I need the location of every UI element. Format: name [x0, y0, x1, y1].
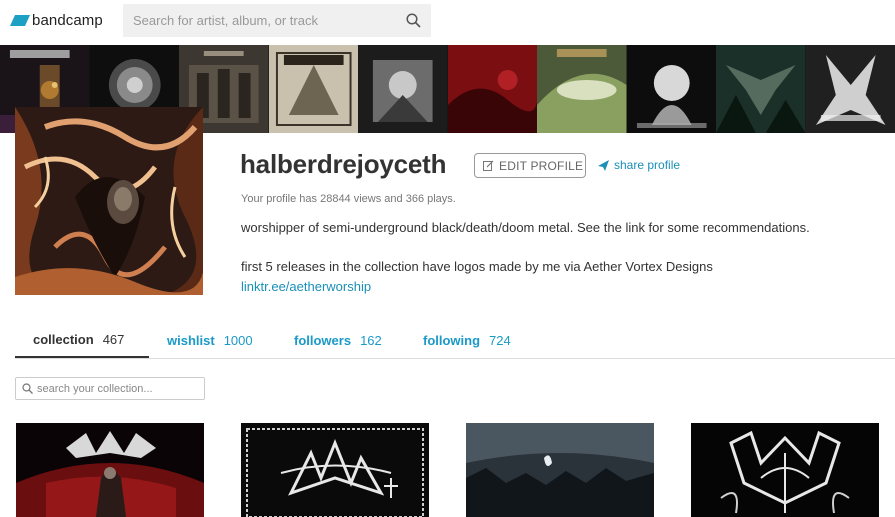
collection-search-input[interactable]: [16, 378, 204, 399]
collection-item-cover[interactable]: [16, 423, 204, 517]
banner-album-cover[interactable]: [626, 45, 716, 133]
profile-tabs: collection 467 wishlist 1000 followers 1…: [15, 322, 895, 359]
tab-label: collection: [33, 331, 94, 347]
profile-bio-line: first 5 releases in the collection have …: [241, 259, 713, 274]
bandcamp-logo-icon: [10, 14, 30, 26]
search-icon[interactable]: [406, 13, 421, 28]
profile-username: halberdrejoyceth: [240, 149, 447, 179]
edit-profile-button[interactable]: EDIT PROFILE: [474, 153, 586, 178]
profile-external-link[interactable]: linktr.ee/aetherworship: [241, 279, 371, 294]
tab-label: followers: [294, 332, 352, 348]
edit-profile-label: EDIT PROFILE: [499, 158, 584, 173]
tab-following[interactable]: following 724: [423, 322, 511, 358]
tab-count: 724: [489, 332, 511, 348]
profile-stats: Your profile has 28844 views and 366 pla…: [241, 193, 456, 205]
share-profile-label: share profile: [614, 158, 681, 172]
tab-count: 1000: [223, 332, 253, 348]
search-icon: [22, 383, 33, 394]
banner-album-cover[interactable]: [716, 45, 806, 133]
top-bar: bandcamp: [0, 0, 895, 44]
banner-album-cover[interactable]: [358, 45, 448, 133]
tab-wishlist[interactable]: wishlist 1000: [167, 322, 253, 358]
profile-avatar[interactable]: [15, 107, 203, 295]
banner-album-cover[interactable]: [805, 45, 895, 133]
tab-followers[interactable]: followers 162: [294, 322, 382, 358]
banner-album-cover[interactable]: [447, 45, 537, 133]
share-icon: [598, 159, 609, 171]
collection-item-cover[interactable]: [691, 423, 879, 517]
logo-text: bandcamp: [32, 11, 103, 29]
banner-album-cover[interactable]: [268, 45, 358, 133]
tab-label: wishlist: [167, 332, 215, 348]
site-search-input[interactable]: [123, 4, 431, 37]
bandcamp-logo[interactable]: bandcamp: [10, 10, 103, 30]
collection-item-cover[interactable]: [466, 423, 654, 517]
share-profile-link[interactable]: share profile: [598, 158, 680, 172]
tab-count: 162: [360, 332, 382, 348]
tab-count: 467: [102, 331, 125, 347]
tab-collection[interactable]: collection 467: [15, 322, 149, 358]
collection-search[interactable]: [15, 377, 205, 400]
collection-item-cover[interactable]: [241, 423, 429, 517]
edit-icon: [483, 160, 494, 171]
banner-album-cover[interactable]: [537, 45, 627, 133]
tab-label: following: [423, 332, 481, 348]
site-search[interactable]: [123, 4, 431, 37]
profile-bio-line: worshipper of semi-underground black/dea…: [241, 220, 810, 235]
